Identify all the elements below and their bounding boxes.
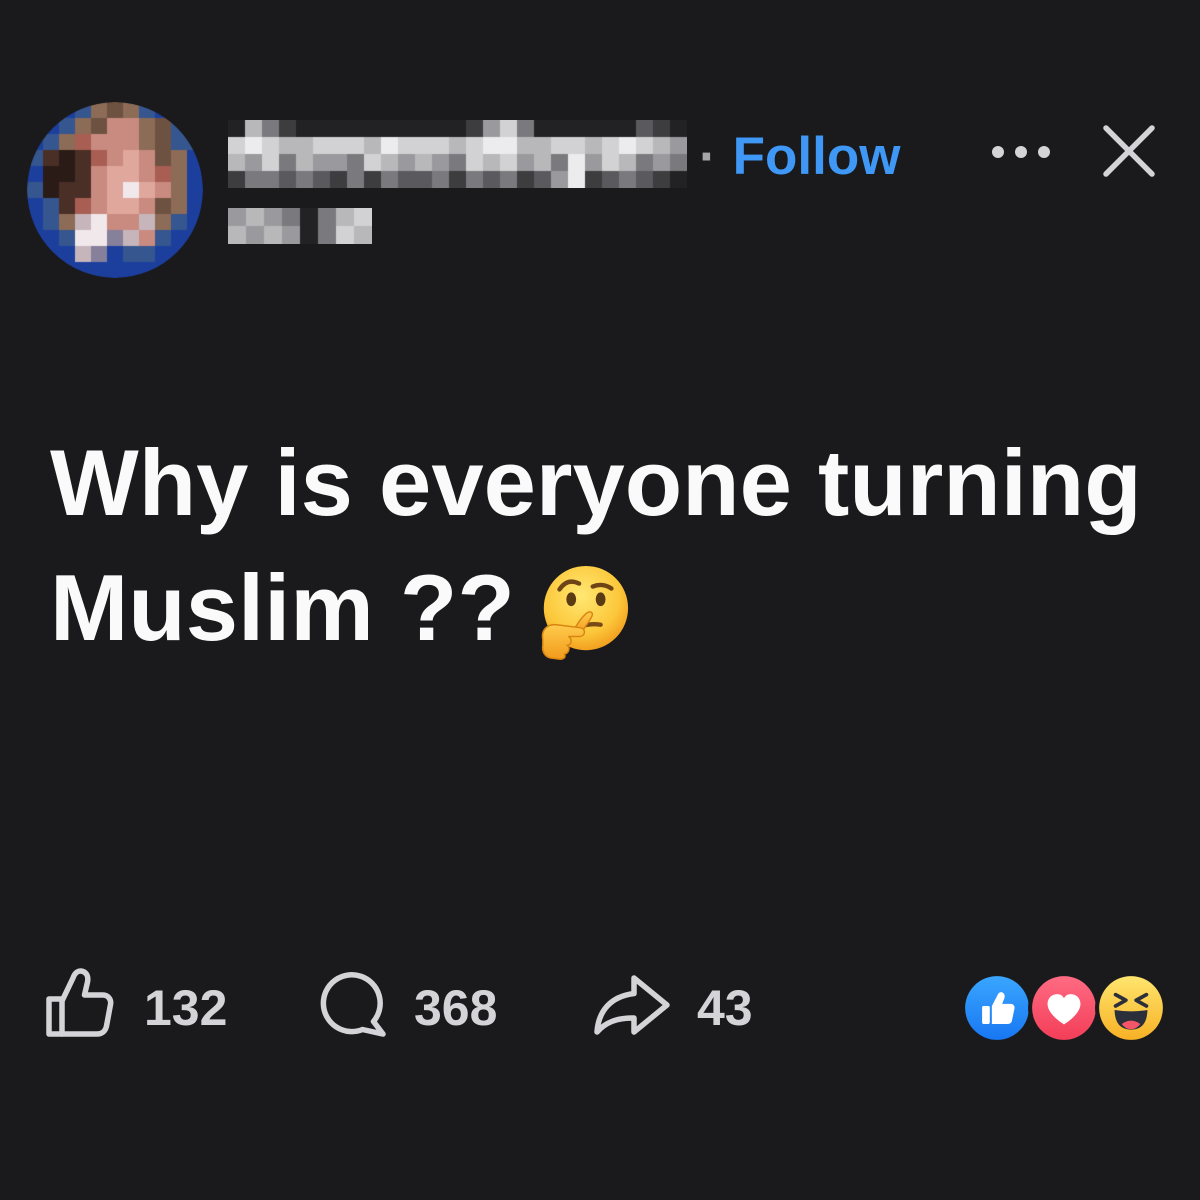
share-arrow-icon	[594, 975, 670, 1035]
post-text-line: Why is everyone turning	[50, 430, 1142, 535]
follow-group: · Follow	[699, 130, 900, 183]
follow-separator: ·	[699, 127, 717, 186]
post-timestamp-pixelated[interactable]	[228, 208, 372, 244]
post-text-line: Muslim ??	[50, 555, 515, 660]
thinking-face-emoji	[541, 565, 628, 660]
comment-bubble-icon	[320, 972, 386, 1037]
love-reaction-icon	[1028, 972, 1100, 1044]
author-name-pixelated[interactable]	[228, 120, 687, 188]
post-text-line-with-emoji: Muslim ??	[50, 545, 1180, 670]
post-text: Why is everyone turning Muslim ??	[50, 420, 1180, 670]
close-icon[interactable]	[1100, 122, 1158, 180]
reactions-summary[interactable]	[961, 972, 1167, 1044]
share-button[interactable]: 43	[593, 966, 773, 1038]
share-count: 43	[697, 980, 753, 1036]
comment-button[interactable]: 368	[318, 966, 518, 1038]
haha-reaction-icon	[1095, 972, 1167, 1044]
like-count: 132	[144, 980, 228, 1036]
comment-count: 368	[414, 980, 498, 1036]
thumbs-up-icon	[46, 968, 114, 1037]
like-reaction-icon	[961, 972, 1033, 1044]
follow-button[interactable]: Follow	[733, 130, 901, 183]
post-header: · Follow	[0, 0, 1200, 290]
more-dots-icon[interactable]	[990, 142, 1052, 162]
avatar[interactable]	[27, 102, 203, 278]
like-button[interactable]: 132	[44, 966, 244, 1038]
